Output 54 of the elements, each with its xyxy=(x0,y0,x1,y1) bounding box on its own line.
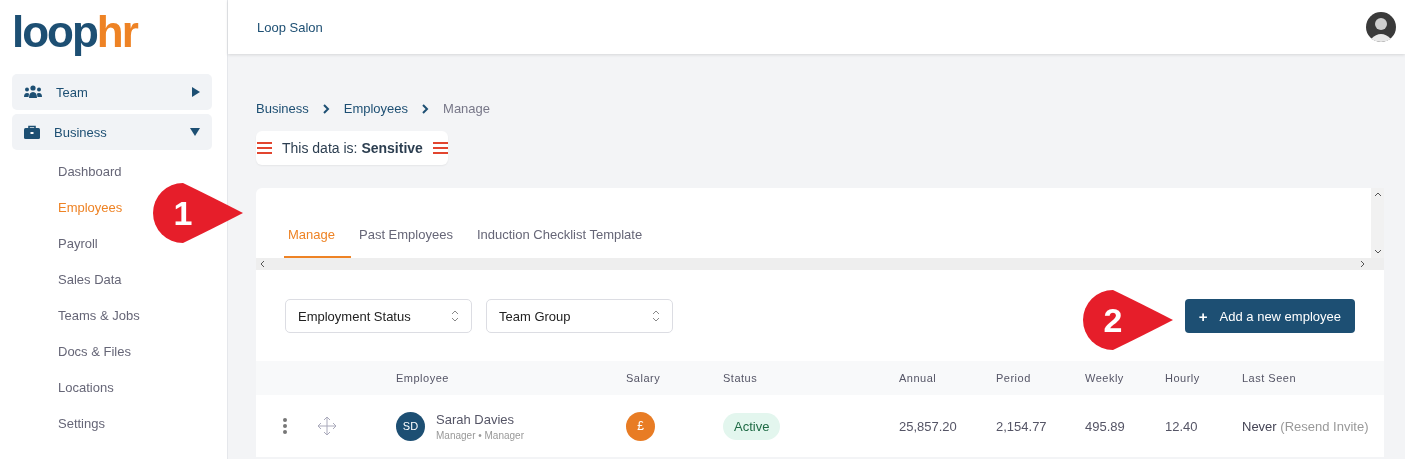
last-seen-text: Never xyxy=(1242,418,1277,434)
callout-marker: 2 xyxy=(1082,289,1174,351)
sort-arrows-icon xyxy=(451,309,459,323)
table-cell-text: 25,857.20 xyxy=(899,418,958,434)
team-icon xyxy=(24,85,42,99)
column-header: Last Seen xyxy=(1242,372,1298,384)
more-options-icon[interactable] xyxy=(283,418,287,434)
status-badge: Active xyxy=(723,413,781,440)
avatar-icon[interactable] xyxy=(1366,12,1396,42)
nav-item[interactable]: Business xyxy=(12,114,212,150)
nav-subitem[interactable]: Sales Data xyxy=(58,262,122,298)
table-cell-text: 495.89 xyxy=(1085,418,1126,434)
tab[interactable]: Induction Checklist Template xyxy=(472,227,659,258)
scroll-bar[interactable] xyxy=(1371,188,1384,258)
filter-dropdown[interactable]: Team Group xyxy=(486,299,673,333)
nav-subitem[interactable]: Teams & Jobs xyxy=(58,298,140,334)
table-cell-text: 12.40 xyxy=(1165,418,1199,434)
organisation-name: Loop Salon xyxy=(257,19,324,35)
nav-subitem[interactable]: Dashboard xyxy=(58,154,122,190)
stripes-icon xyxy=(257,142,272,154)
tab[interactable]: Past Employees xyxy=(355,227,469,258)
briefcase-icon xyxy=(24,125,40,139)
breadcrumb-link[interactable]: Business xyxy=(256,101,309,116)
column-header: Hourly xyxy=(1165,372,1201,384)
callout-marker: 1 xyxy=(152,182,244,244)
initials-avatar: SD xyxy=(396,411,425,441)
chevron-right-icon xyxy=(322,103,330,114)
chevron-right-icon xyxy=(422,103,430,114)
employee-name[interactable]: Sarah Davies xyxy=(436,411,524,427)
caret-icon xyxy=(190,128,200,136)
nav-subitem[interactable]: Docs & Files xyxy=(58,334,131,370)
nav-subitem[interactable]: Settings xyxy=(58,406,105,442)
breadcrumb-link[interactable]: Employees xyxy=(343,101,409,116)
logo: loophr xyxy=(12,6,139,58)
column-header: Annual xyxy=(899,372,938,384)
caret-icon xyxy=(192,87,200,97)
move-icon[interactable] xyxy=(317,416,337,436)
nav-subitem[interactable]: Payroll xyxy=(58,226,98,262)
salary-badge: £ xyxy=(626,411,655,441)
table-cell-text: 2,154.77 xyxy=(996,418,1048,434)
sensitivity-text: This data is: Sensitive xyxy=(282,140,423,156)
nav-item[interactable]: Team xyxy=(12,74,212,110)
add-employee-button[interactable]: + Add a new employee xyxy=(1184,299,1355,333)
column-header: Period xyxy=(996,372,1032,384)
column-header: Status xyxy=(723,372,759,384)
nav-subitem[interactable]: Locations xyxy=(58,370,114,406)
filter-dropdown[interactable]: Employment Status xyxy=(285,299,472,333)
column-header: Salary xyxy=(626,372,662,384)
column-header: Weekly xyxy=(1085,372,1125,384)
sort-arrows-icon xyxy=(652,309,660,323)
stripes-icon xyxy=(432,142,448,154)
scroll-bar[interactable] xyxy=(256,258,1384,270)
column-header: Employee xyxy=(396,372,450,384)
employee-role: Manager • Manager xyxy=(436,429,524,441)
